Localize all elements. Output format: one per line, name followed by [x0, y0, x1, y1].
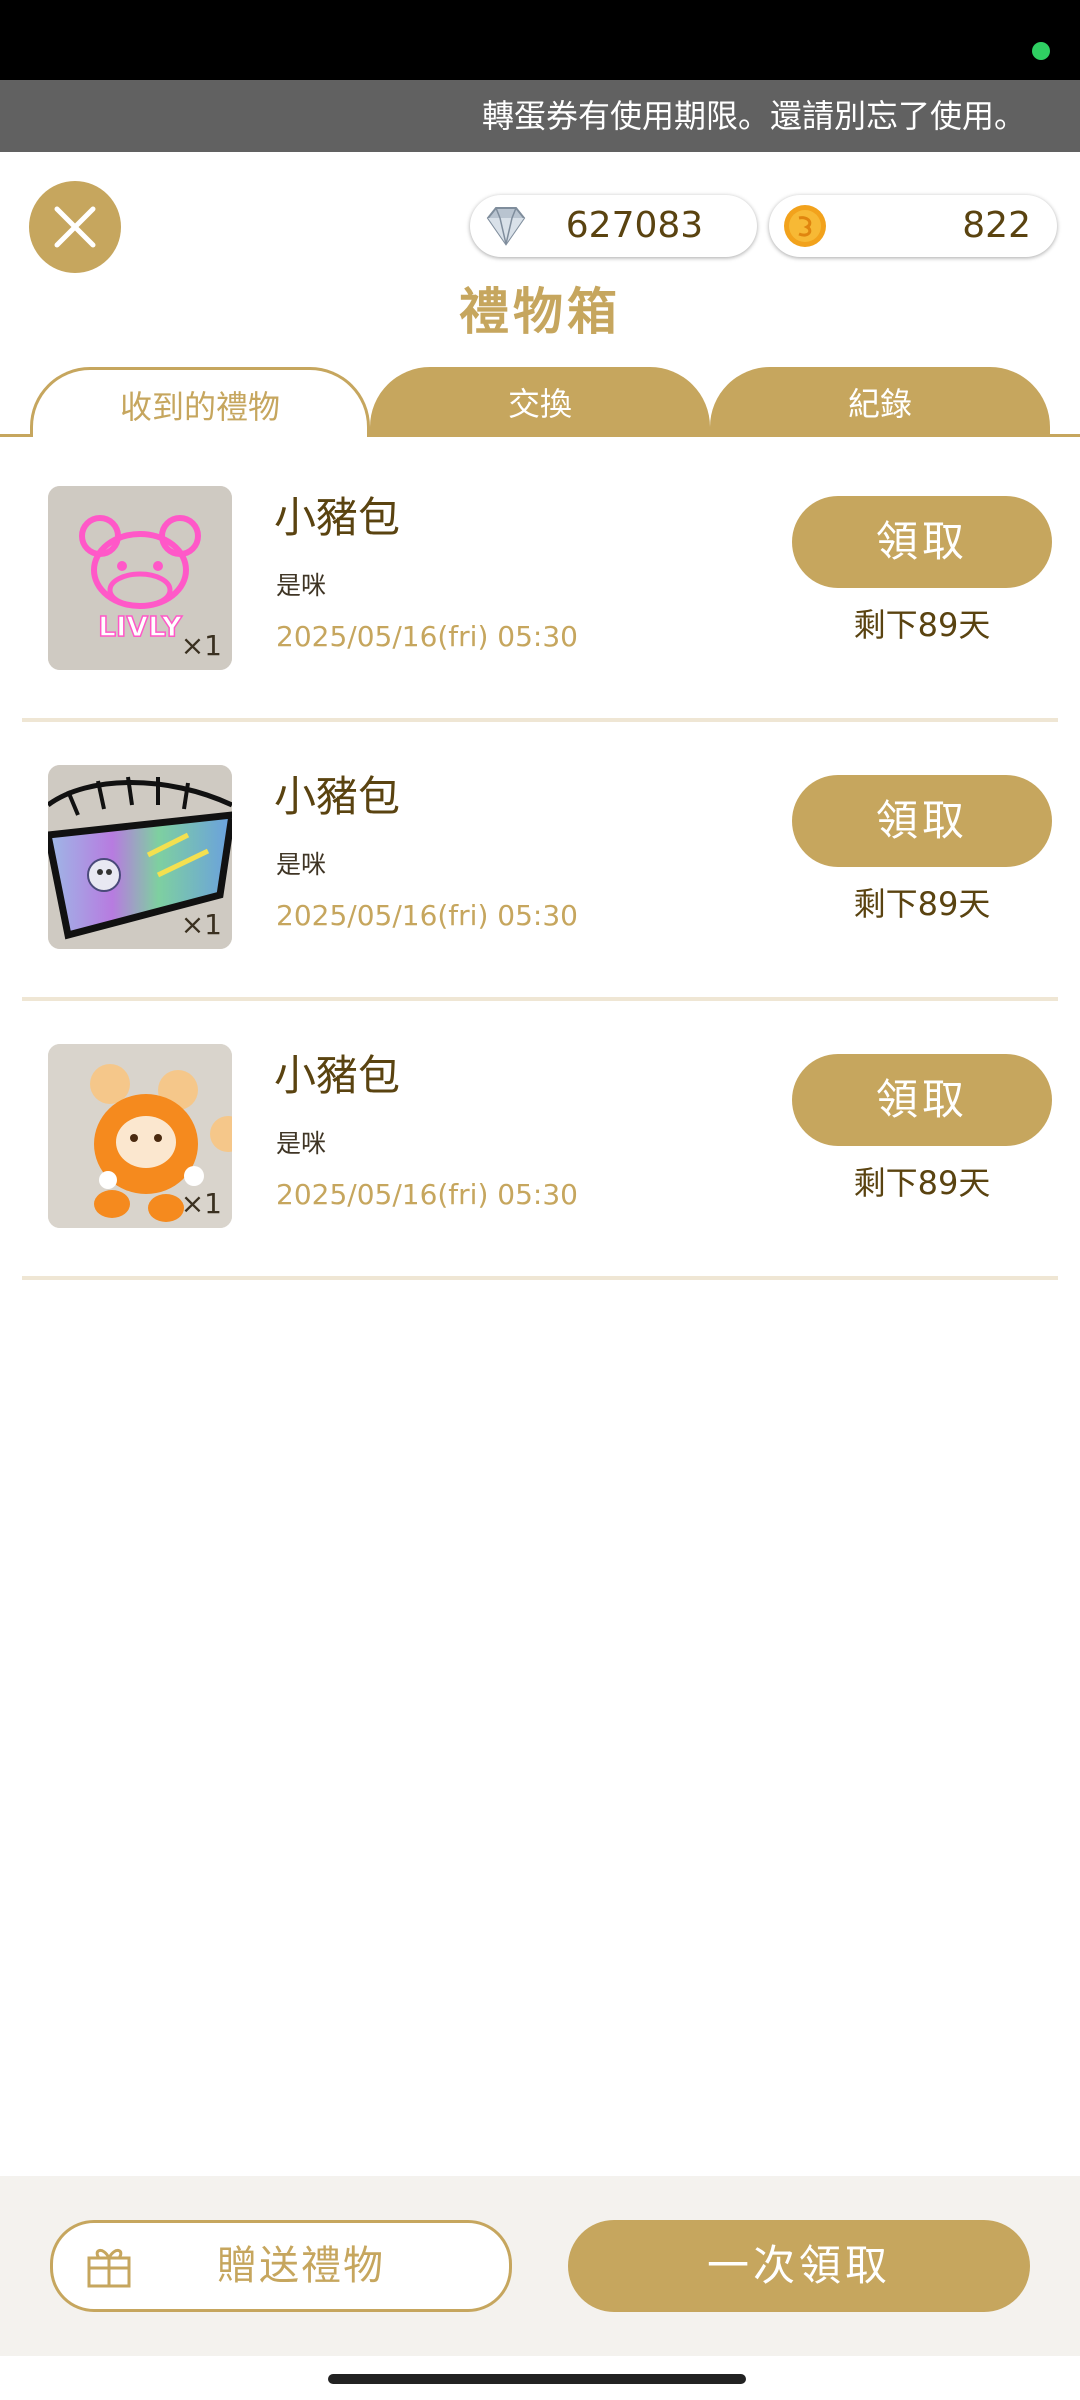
item-divider — [22, 718, 1058, 722]
close-icon — [54, 206, 96, 248]
remaining-days: 剩下89天 — [853, 1164, 991, 1202]
gift-thumbnail: ×1 — [48, 765, 232, 949]
notice-marquee: 轉蛋券有使用期限。還請別忘了使用。 — [0, 80, 1080, 152]
diamond-icon — [486, 207, 526, 246]
gift-icon — [87, 2249, 131, 2288]
gift-quantity: ×1 — [180, 629, 222, 662]
remaining-days: 剩下89天 — [853, 606, 991, 644]
gift-name: 小豬包 — [274, 493, 401, 542]
gift-sender: 是咪 — [276, 571, 327, 600]
tab-exchange[interactable]: 交換 — [370, 367, 710, 437]
gift-thumbnail: LIVLY ×1 — [48, 486, 232, 670]
claim-button[interactable]: 領取 — [792, 1054, 1052, 1146]
claim-button[interactable]: 領取 — [792, 496, 1052, 588]
bottom-action-bar: 贈送禮物 一次領取 — [0, 2176, 1080, 2356]
status-bar — [0, 0, 1080, 80]
gift-name: 小豬包 — [274, 772, 401, 821]
close-button[interactable] — [29, 181, 121, 273]
tab-bar: 收到的禮物 交換 紀錄 — [0, 367, 1080, 437]
home-indicator[interactable] — [328, 2374, 746, 2384]
gift-item: ×1 小豬包 是咪 2025/05/16(fri) 05:30 領取 剩下89天 — [22, 725, 1058, 1001]
gift-thumbnail: ×1 — [48, 1044, 232, 1228]
gift-date: 2025/05/16(fri) 05:30 — [276, 1178, 578, 1211]
gift-item: ×1 小豬包 是咪 2025/05/16(fri) 05:30 領取 剩下89天 — [22, 1004, 1058, 1280]
tab-received-gifts[interactable]: 收到的禮物 — [30, 367, 370, 437]
send-gift-button[interactable]: 贈送禮物 — [50, 2220, 512, 2312]
livly-logo-text: LIVLY — [98, 610, 182, 643]
coin-icon — [784, 205, 826, 247]
camera-indicator-dot — [1032, 42, 1050, 60]
item-divider — [22, 1276, 1058, 1280]
claim-all-button[interactable]: 一次領取 — [568, 2220, 1030, 2312]
gift-date: 2025/05/16(fri) 05:30 — [276, 899, 578, 932]
gem-count: 627083 — [565, 205, 704, 246]
tab-history[interactable]: 紀錄 — [710, 367, 1050, 437]
coin-count: 822 — [962, 205, 1031, 246]
gift-sender: 是咪 — [276, 850, 327, 879]
gift-date: 2025/05/16(fri) 05:30 — [276, 620, 578, 653]
send-gift-label: 贈送禮物 — [217, 2243, 385, 2289]
item-divider — [22, 997, 1058, 1001]
gift-name: 小豬包 — [274, 1051, 401, 1100]
page-title: 禮物箱 — [459, 283, 621, 341]
coin-balance[interactable]: 822 — [769, 195, 1057, 257]
gift-item: LIVLY ×1 小豬包 是咪 2025/05/16(fri) 05:30 領取… — [22, 446, 1058, 722]
gift-sender: 是咪 — [276, 1129, 327, 1158]
gift-quantity: ×1 — [180, 908, 222, 941]
gift-quantity: ×1 — [180, 1187, 222, 1220]
notice-text: 轉蛋券有使用期限。還請別忘了使用。 — [481, 97, 1026, 135]
gem-balance[interactable]: 627083 — [470, 195, 757, 257]
claim-button[interactable]: 領取 — [792, 775, 1052, 867]
remaining-days: 剩下89天 — [853, 885, 991, 923]
